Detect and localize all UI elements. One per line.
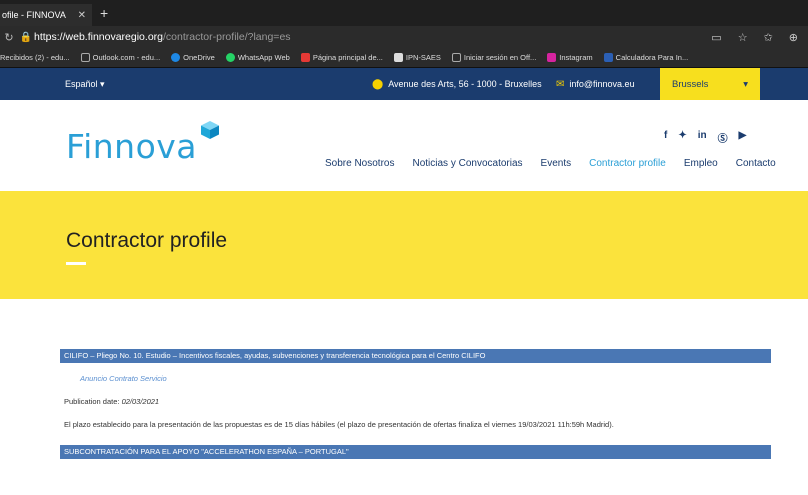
- city-label: Brussels: [672, 78, 709, 90]
- bookmark-item[interactable]: Calculadora Para In...: [603, 53, 689, 62]
- twitter-icon[interactable]: ✦: [678, 130, 686, 145]
- bookmark-label: WhatsApp Web: [237, 53, 290, 62]
- bookmark-item[interactable]: Instagram: [547, 53, 593, 62]
- bookmark-item[interactable]: Outlook.com - edu...: [80, 53, 161, 62]
- menu-item-noticias[interactable]: Noticias y Convocatorias: [412, 158, 522, 169]
- cube-logo-icon: [201, 121, 220, 139]
- bookmark-item[interactable]: Página principal de...: [300, 53, 383, 62]
- page-title: Contractor profile: [66, 229, 228, 252]
- facebook-icon[interactable]: f: [664, 130, 667, 145]
- bookmark-item[interactable]: WhatsApp Web: [225, 53, 290, 62]
- browser-tab-bar: ofile - FINNOVA ✕ +: [0, 0, 808, 26]
- bookmark-label: Recibidos (2) - edu...: [0, 53, 70, 62]
- extensions-icon[interactable]: ☆: [738, 31, 748, 44]
- skype-icon[interactable]: Ⓢ: [718, 130, 728, 145]
- bookmark-label: Instagram: [559, 53, 593, 62]
- refresh-icon[interactable]: ↻: [0, 31, 18, 44]
- menu-item-sobre-nosotros[interactable]: Sobre Nosotros: [325, 158, 394, 169]
- publication-label: Publication date:: [64, 397, 120, 406]
- bookmark-label: Página principal de...: [312, 53, 383, 62]
- tab-title: ofile - FINNOVA: [2, 10, 66, 20]
- instagram-icon: [547, 53, 557, 62]
- city-selector[interactable]: Brussels ▾: [660, 68, 760, 100]
- bookmark-label: OneDrive: [183, 53, 215, 62]
- reader-icon[interactable]: ▭: [711, 31, 721, 44]
- url-path: /contractor-profile/?lang=es: [163, 31, 291, 43]
- page-icon: [451, 53, 461, 62]
- bookmark-label: Iniciar sesión en Off...: [463, 53, 537, 62]
- bookmark-label: Calculadora Para In...: [615, 53, 689, 62]
- collections-icon[interactable]: ⊕: [789, 31, 798, 44]
- favorite-icon[interactable]: ✩: [764, 31, 773, 44]
- bookmark-label: Outlook.com - edu...: [92, 53, 161, 62]
- url-host: https://web.finnovaregio.org: [34, 31, 163, 43]
- onedrive-icon: [171, 53, 181, 62]
- new-tab-icon[interactable]: +: [100, 5, 108, 21]
- title-underline: [66, 262, 86, 265]
- bing-icon: [300, 53, 310, 62]
- calculator-icon: [603, 53, 613, 62]
- main-content: CILIFO – Pliego No. 10. Estudio – Incent…: [0, 299, 808, 495]
- location-pin-icon: ⬤: [372, 78, 384, 90]
- language-label: Español: [65, 78, 98, 89]
- caret-down-icon: ▾: [743, 78, 748, 90]
- email-icon: ✉: [556, 78, 565, 90]
- email-info[interactable]: ✉ info@finnova.eu: [556, 79, 635, 90]
- bookmark-item[interactable]: IPN-SAES: [393, 53, 441, 62]
- page-hero: Contractor profile: [0, 191, 808, 299]
- bookmark-label: IPN-SAES: [405, 53, 441, 62]
- bookmarks-bar: Recibidos (2) - edu... Outlook.com - edu…: [0, 48, 808, 68]
- menu-item-events[interactable]: Events: [541, 158, 572, 169]
- address-info: ⬤ Avenue des Arts, 56 - 1000 - Bruxelles: [372, 79, 542, 90]
- site-top-bar: Español ▾ ⬤ Avenue des Arts, 56 - 1000 - …: [0, 68, 808, 100]
- finnova-logo[interactable]: Finnova: [66, 121, 220, 166]
- section-header-cilifo[interactable]: CILIFO – Pliego No. 10. Estudio – Incent…: [60, 349, 771, 363]
- lock-icon[interactable]: 🔒: [18, 32, 34, 43]
- menu-item-empleo[interactable]: Empleo: [684, 158, 718, 169]
- publication-date: Publication date: 02/03/2021: [64, 397, 159, 406]
- deadline-text: El plazo establecido para la presentació…: [64, 420, 614, 429]
- url-field[interactable]: https://web.finnovaregio.org/contractor-…: [34, 31, 711, 43]
- linkedin-icon[interactable]: in: [698, 130, 707, 145]
- section-header-accelerathon[interactable]: SUBCONTRATACIÓN PARA EL APOYO "ACCELERAT…: [60, 445, 771, 459]
- caret-down-icon: ▾: [100, 78, 105, 89]
- address-bar: ↻ 🔒 https://web.finnovaregio.org/contrac…: [0, 26, 808, 48]
- menu-item-contractor-profile[interactable]: Contractor profile: [589, 158, 666, 169]
- bookmark-item[interactable]: Recibidos (2) - edu...: [0, 53, 70, 62]
- whatsapp-icon: [225, 53, 235, 62]
- publication-date-value: 02/03/2021: [121, 397, 160, 406]
- close-tab-icon[interactable]: ✕: [78, 10, 86, 21]
- page-icon: [80, 53, 90, 62]
- logo-text: Finnova: [66, 127, 198, 166]
- document-icon: [393, 53, 403, 62]
- browser-tab[interactable]: ofile - FINNOVA ✕: [0, 4, 92, 26]
- bookmark-item[interactable]: OneDrive: [171, 53, 215, 62]
- social-links: f ✦ in Ⓢ ▶: [664, 130, 746, 145]
- youtube-icon[interactable]: ▶: [739, 130, 747, 145]
- bookmark-item[interactable]: Iniciar sesión en Off...: [451, 53, 537, 62]
- site-header: Finnova f ✦ in Ⓢ ▶ Sobre Nosotros Notici…: [0, 100, 808, 191]
- main-menu: Sobre Nosotros Noticias y Convocatorias …: [325, 158, 794, 169]
- address-text: Avenue des Arts, 56 - 1000 - Bruxelles: [388, 79, 542, 89]
- language-selector[interactable]: Español ▾: [65, 79, 105, 90]
- email-text: info@finnova.eu: [569, 79, 635, 89]
- anuncio-contrato-link[interactable]: Anuncio Contrato Servicio: [80, 374, 167, 383]
- menu-item-contacto[interactable]: Contacto: [736, 158, 776, 169]
